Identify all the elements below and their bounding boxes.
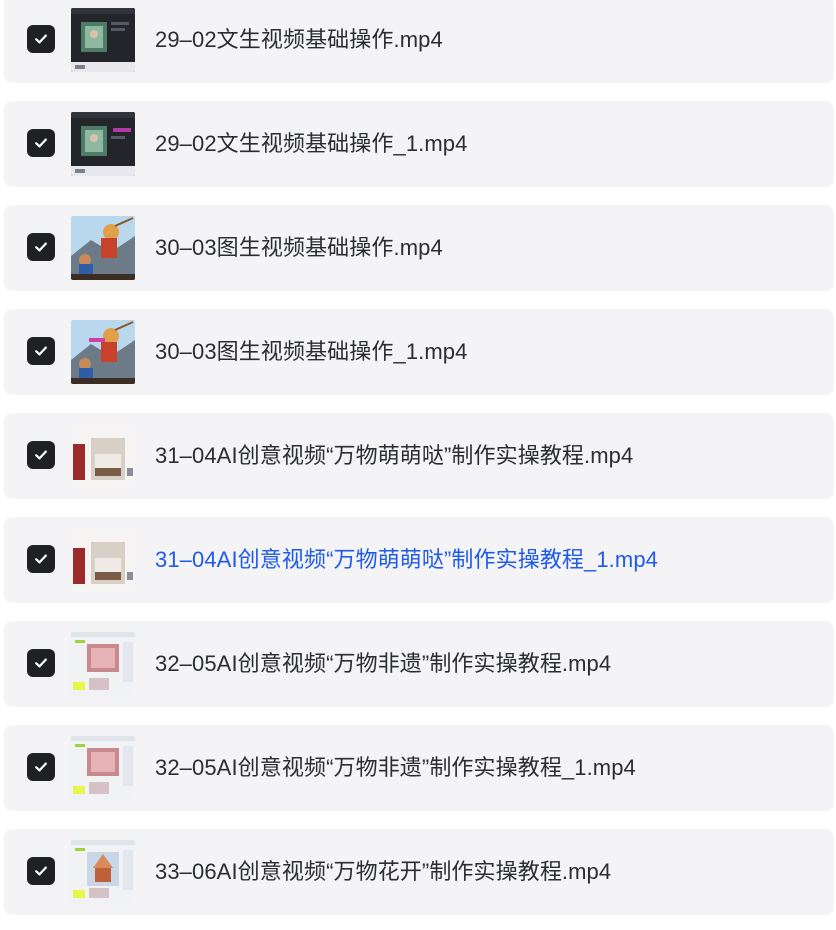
checkbox-checked[interactable] [27,753,55,781]
file-name: 30–03图生视频基础操作.mp4 [155,235,443,260]
checkbox-checked[interactable] [27,545,55,573]
file-name-link[interactable]: 31–04AI创意视频“万物萌萌哒”制作实操教程_1.mp4 [155,517,658,603]
video-thumbnail [71,112,135,176]
checkbox-checked[interactable] [27,857,55,885]
video-thumbnail [71,840,135,904]
file-list: 29–02文生视频基础操作.mp4 29–02文生视频基础操作_1.mp4 30… [0,0,836,930]
video-thumbnail [71,424,135,488]
checkmark-icon [35,450,47,460]
checkmark-icon [35,866,47,876]
file-row[interactable]: 33–06AI创意视频“万物花开”制作实操教程.mp4 [4,829,834,915]
video-thumbnail [71,528,135,592]
file-row[interactable]: 32–05AI创意视频“万物非遗”制作实操教程_1.mp4 [4,725,834,811]
checkbox-checked[interactable] [27,649,55,677]
file-row[interactable]: 30–03图生视频基础操作_1.mp4 [4,309,834,395]
checkmark-icon [35,554,47,564]
file-row[interactable]: 31–04AI创意视频“万物萌萌哒”制作实操教程.mp4 [4,413,834,499]
video-thumbnail [71,736,135,800]
checkmark-icon [35,346,47,356]
video-thumbnail [71,216,135,280]
checkmark-icon [35,658,47,668]
video-thumbnail [71,8,135,72]
file-name: 30–03图生视频基础操作_1.mp4 [155,339,468,364]
checkbox-checked[interactable] [27,25,55,53]
file-name: 29–02文生视频基础操作_1.mp4 [155,131,468,156]
file-name: 32–05AI创意视频“万物非遗”制作实操教程_1.mp4 [155,755,636,780]
file-row[interactable]: 29–02文生视频基础操作.mp4 [4,0,834,83]
file-name: 32–05AI创意视频“万物非遗”制作实操教程.mp4 [155,651,612,676]
file-row[interactable]: 32–05AI创意视频“万物非遗”制作实操教程.mp4 [4,621,834,707]
file-name: 29–02文生视频基础操作.mp4 [155,27,443,52]
video-thumbnail [71,632,135,696]
video-thumbnail [71,320,135,384]
checkmark-icon [35,34,47,44]
file-name: 33–06AI创意视频“万物花开”制作实操教程.mp4 [155,859,612,884]
checkbox-checked[interactable] [27,129,55,157]
checkmark-icon [35,138,47,148]
file-row[interactable]: 30–03图生视频基础操作.mp4 [4,205,834,291]
checkbox-checked[interactable] [27,337,55,365]
checkmark-icon [35,242,47,252]
file-name: 31–04AI创意视频“万物萌萌哒”制作实操教程.mp4 [155,443,634,468]
file-row[interactable]: 29–02文生视频基础操作_1.mp4 [4,101,834,187]
checkmark-icon [35,762,47,772]
checkbox-checked[interactable] [27,233,55,261]
checkbox-checked[interactable] [27,441,55,469]
file-row-active[interactable]: 31–04AI创意视频“万物萌萌哒”制作实操教程_1.mp4 [4,517,834,603]
